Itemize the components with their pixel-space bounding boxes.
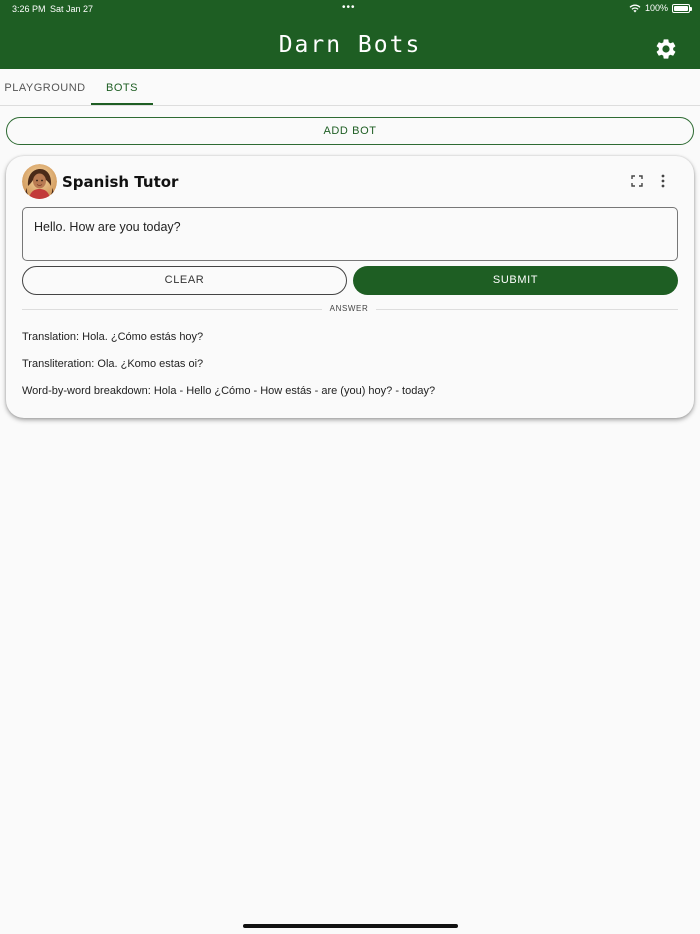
app-title: Darn Bots (278, 32, 422, 58)
more-vertical-icon[interactable] (658, 173, 668, 189)
prompt-input[interactable]: Hello. How are you today? (22, 207, 678, 261)
answer-transliteration: Transliteration: Ola. ¿Komo estas oi? (22, 358, 204, 370)
divider (22, 309, 322, 310)
status-date: Sat Jan 27 (50, 4, 94, 14)
tab-bar: PLAYGROUND BOTS (0, 69, 700, 106)
bot-name: Spanish Tutor (62, 173, 179, 191)
wifi-icon (629, 4, 641, 13)
multitasking-dots[interactable]: ••• (342, 2, 356, 13)
answer-translation: Translation: Hola. ¿Cómo estás hoy? (22, 331, 204, 343)
battery-icon (672, 3, 692, 13)
clear-button[interactable]: CLEAR (22, 266, 347, 295)
app-header: 3:26 PM Sat Jan 27 ••• 100% Darn Bots (0, 0, 700, 69)
tab-bots[interactable]: BOTS (91, 69, 153, 105)
gear-icon[interactable] (654, 37, 678, 61)
add-bot-button[interactable]: ADD BOT (6, 117, 694, 145)
status-bar: 3:26 PM Sat Jan 27 ••• 100% (0, 0, 700, 18)
fullscreen-icon[interactable] (630, 174, 644, 188)
submit-button[interactable]: SUBMIT (353, 266, 678, 295)
avatar-icon (22, 164, 57, 199)
status-time: 3:26 PM (12, 4, 46, 14)
bot-card: Spanish Tutor Hello. How are you today? … (6, 156, 694, 418)
battery-percent: 100% (644, 3, 668, 13)
divider (376, 309, 678, 310)
tab-playground[interactable]: PLAYGROUND (0, 69, 90, 105)
status-indicators: 100% (629, 3, 692, 13)
answer-breakdown: Word-by-word breakdown: Hola - Hello ¿Có… (22, 385, 436, 397)
home-indicator[interactable] (243, 924, 458, 928)
answer-label: ANSWER (329, 304, 369, 313)
